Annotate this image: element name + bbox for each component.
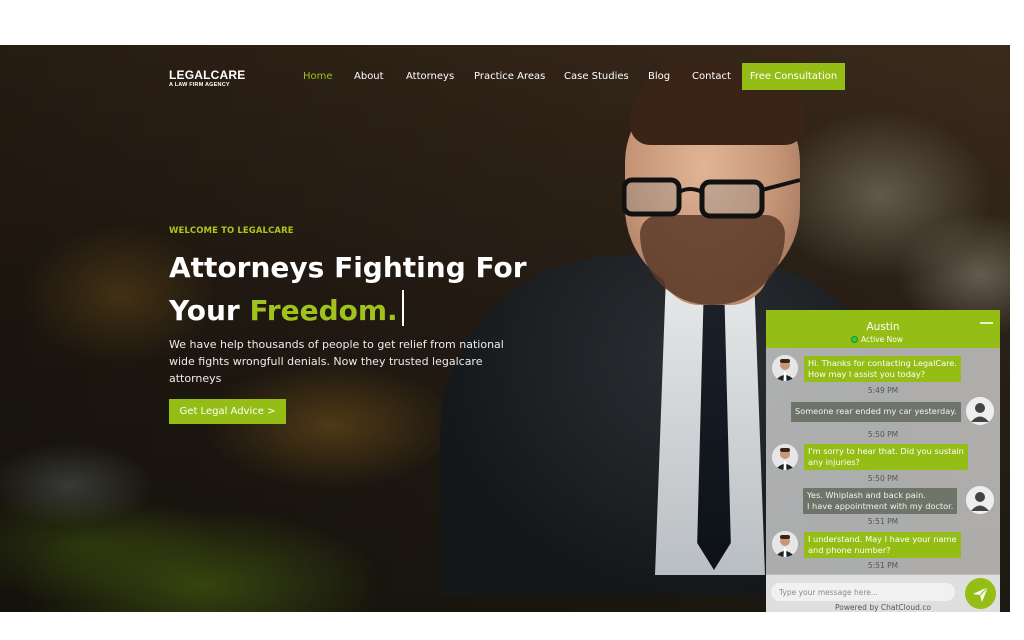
message-line: How may I assist you today?	[808, 369, 926, 379]
message-timestamp: 5:49 PM	[867, 386, 899, 395]
message-line: I understand. May I have your name	[808, 534, 957, 544]
free-consultation-button[interactable]: Free Consultation	[742, 63, 845, 90]
hero-headline: Attorneys Fighting For Your Freedom.	[169, 246, 527, 332]
chat-input-bar: Powered by ChatCloud.co	[766, 574, 1000, 612]
message-line: Someone rear ended my car yesterday.	[795, 406, 957, 416]
chat-header: Austin Active Now	[766, 310, 1000, 348]
agent-avatar	[772, 355, 798, 381]
powered-by-text: Powered by ChatCloud.co	[835, 603, 931, 612]
nav-item-attorneys[interactable]: Attorneys	[406, 71, 454, 82]
message-line: Yes. Whiplash and back pain.	[807, 490, 926, 500]
brand-logo[interactable]: LEGALCARE A LAW FIRM AGENCY	[169, 68, 245, 88]
nav-item-about[interactable]: About	[354, 71, 384, 82]
message-line: I'm sorry to hear that. Did you sustain	[808, 446, 964, 456]
headline-line-1: Attorneys Fighting For	[169, 251, 527, 284]
chat-message-user-1: Someone rear ended my car yesterday.	[791, 402, 961, 422]
minimize-icon[interactable]	[980, 322, 993, 324]
typing-cursor	[401, 290, 404, 326]
headline-prefix: Your	[169, 294, 240, 327]
message-line: Hi. Thanks for contacting LegalCare.	[808, 358, 957, 368]
nav-item-case-studies[interactable]: Case Studies	[564, 71, 629, 82]
chat-message-agent-1: Hi. Thanks for contacting LegalCare. How…	[804, 356, 961, 382]
headline-line-2: Your Freedom.	[169, 289, 527, 332]
headline-highlight: Freedom.	[249, 294, 398, 327]
message-line: any injuries?	[808, 457, 860, 467]
message-line: I have appointment with my doctor.	[807, 501, 954, 511]
message-timestamp: 5:50 PM	[867, 474, 899, 483]
chat-message-input[interactable]	[771, 583, 955, 601]
hero-eyebrow: WELCOME TO LEGALCARE	[169, 226, 294, 236]
hero-description: We have help thousands of people to get …	[169, 338, 504, 385]
user-avatar-icon	[966, 397, 994, 425]
get-legal-advice-button[interactable]: Get Legal Advice >	[169, 399, 286, 424]
message-timestamp: 5:50 PM	[867, 430, 899, 439]
brand-tagline: A LAW FIRM AGENCY	[169, 82, 230, 88]
chat-agent-name: Austin	[866, 321, 900, 333]
nav-item-practice-areas[interactable]: Practice Areas	[474, 71, 545, 82]
chat-widget: Austin Active Now Hi. Thanks for contact…	[766, 310, 1000, 612]
nav-item-home[interactable]: Home	[303, 71, 333, 82]
online-status-icon	[851, 336, 858, 343]
brand-name: LEGALCARE	[169, 68, 246, 82]
agent-avatar	[772, 444, 798, 470]
chat-message-user-2: Yes. Whiplash and back pain. I have appo…	[803, 488, 958, 514]
message-timestamp: 5:51 PM	[867, 517, 899, 526]
message-line: and phone number?	[808, 545, 891, 555]
nav-item-contact[interactable]: Contact	[692, 71, 731, 82]
message-timestamp: 5:51 PM	[867, 561, 899, 570]
user-avatar-icon	[966, 486, 994, 514]
chat-message-agent-3: I understand. May I have your name and p…	[804, 532, 961, 558]
nav-item-blog[interactable]: Blog	[648, 71, 670, 82]
chat-status: Active Now	[851, 335, 903, 344]
chat-message-agent-2: I'm sorry to hear that. Did you sustain …	[804, 444, 968, 470]
hero-photo-glasses	[622, 177, 801, 219]
agent-avatar	[772, 531, 798, 557]
chat-status-text: Active Now	[861, 335, 903, 344]
